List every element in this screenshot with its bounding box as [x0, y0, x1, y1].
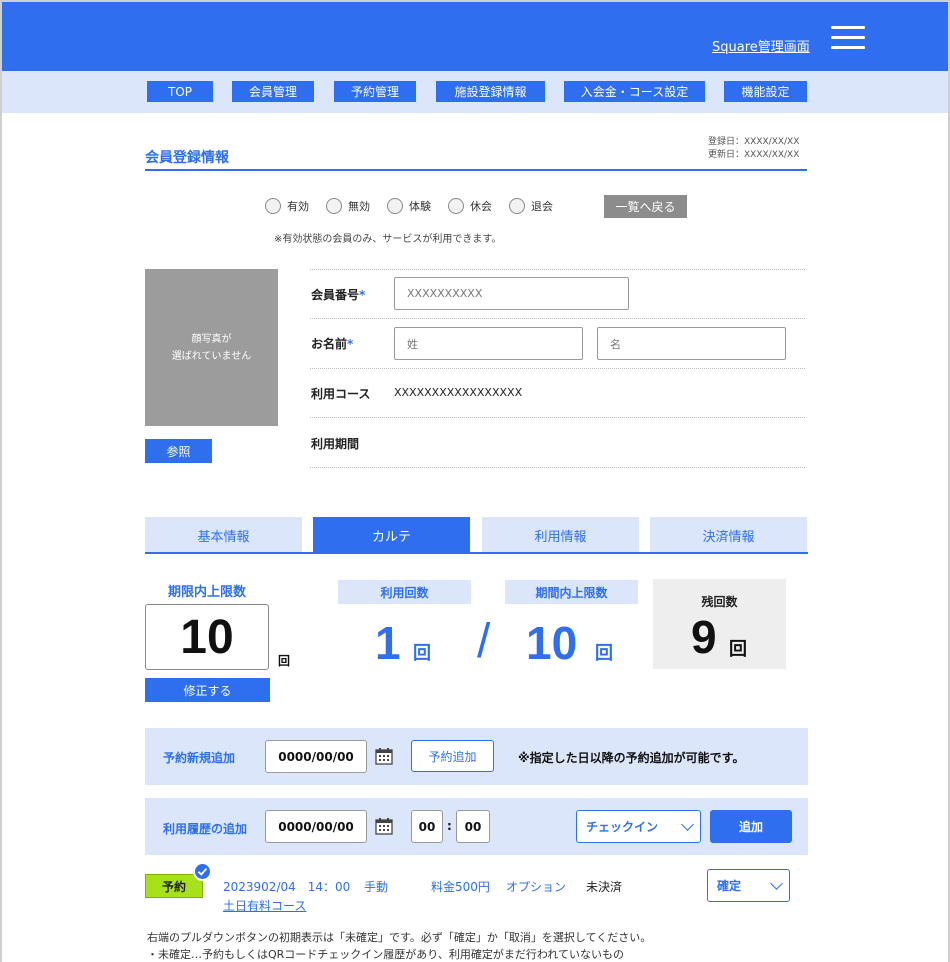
nav-reservations[interactable]: 予約管理	[334, 81, 416, 102]
reservation-status-select[interactable]: 確定	[707, 869, 790, 902]
browse-photo-button[interactable]: 参照	[145, 439, 212, 463]
tab-underline	[145, 552, 808, 554]
period-limit-label: 期間内上限数	[505, 580, 638, 604]
used-count-unit: 回	[413, 643, 431, 663]
page-title: 会員登録情報	[145, 150, 229, 166]
main-nav: TOP 会員管理 予約管理 施設登録情報 入会金・コース設定 機能設定	[2, 71, 948, 113]
row-divider	[310, 269, 805, 270]
photo-text-2: 選ばれていません	[171, 350, 252, 362]
record-dates: 登録日：XXXX/XX/XX 更新日：XXXX/XX/XX	[708, 136, 799, 162]
page-frame: Square管理画面 TOP 会員管理 予約管理 施設登録情報 入会金・コース設…	[0, 0, 950, 962]
row-divider	[310, 467, 805, 468]
nav-functions[interactable]: 機能設定	[724, 81, 807, 102]
status-radio-active[interactable]: 有効	[265, 198, 309, 214]
limit-label: 期限内上限数	[168, 585, 247, 600]
course-label: 利用コース	[311, 387, 371, 401]
row-divider	[310, 417, 805, 418]
remaining-box: 残回数 9 回	[653, 579, 786, 669]
updated-date: 更新日：XXXX/XX/XX	[708, 150, 800, 160]
period-limit-unit: 回	[595, 643, 613, 663]
calendar-icon[interactable]	[375, 817, 393, 835]
course-link[interactable]: 土日有料コース	[223, 897, 306, 914]
row-divider	[310, 318, 805, 319]
row-divider	[310, 368, 805, 369]
radio-label: 無効	[348, 200, 370, 213]
nav-facility[interactable]: 施設登録情報	[436, 81, 545, 102]
face-photo-placeholder: 顔写真が選ばれていません	[145, 269, 278, 426]
check-icon	[193, 862, 212, 881]
calendar-icon[interactable]	[375, 747, 393, 765]
status-select-value: 確定	[717, 879, 742, 893]
payment-status: 未決済	[586, 880, 623, 894]
last-name-input[interactable]: 姓	[394, 327, 583, 360]
course-value: XXXXXXXXXXXXXXXXX	[394, 386, 523, 399]
hour-input[interactable]: 00	[411, 810, 443, 843]
radio-icon	[326, 198, 342, 214]
back-to-list-button[interactable]: 一覧へ戻る	[604, 195, 687, 218]
history-date-input[interactable]: 0000/00/00	[265, 810, 367, 843]
tab-payment-info[interactable]: 決済情報	[650, 517, 807, 553]
reservation-method: 手動	[364, 880, 389, 894]
period-label: 利用期間	[311, 437, 360, 451]
nav-course-settings[interactable]: 入会金・コース設定	[564, 81, 705, 102]
remaining-label: 残回数	[701, 595, 738, 609]
radio-label: 有効	[287, 200, 309, 213]
top-header: Square管理画面	[2, 2, 948, 71]
used-count-label: 利用回数	[338, 580, 471, 604]
limit-unit: 回	[278, 654, 291, 668]
tab-usage-info[interactable]: 利用情報	[482, 517, 639, 553]
reserve-panel: 予約新規追加 0000/00/00 予約追加 ※指定した日以降の予約追加が可能で…	[145, 728, 808, 785]
status-radio-withdrawn[interactable]: 退会	[509, 198, 553, 214]
radio-label: 退会	[531, 200, 553, 213]
chevron-down-icon	[770, 877, 783, 890]
used-count-value: 1	[375, 617, 401, 669]
title-divider	[145, 169, 807, 171]
menu-icon[interactable]	[831, 26, 865, 52]
footnote-2: ・未確定…予約もしくはQRコードチェックイン履歴があり、利用確定がまだ行われてい…	[147, 948, 624, 961]
remaining-value: 9	[691, 611, 717, 663]
status-radio-inactive[interactable]: 無効	[326, 198, 370, 214]
tab-karte[interactable]: カルテ	[313, 517, 470, 553]
reserve-date-input[interactable]: 0000/00/00	[265, 740, 367, 773]
radio-icon	[387, 198, 403, 214]
history-panel-label: 利用履歴の追加	[163, 822, 248, 836]
add-reservation-button[interactable]: 予約追加	[411, 740, 494, 772]
time-colon: :	[447, 819, 452, 833]
slash-separator: /	[477, 615, 491, 668]
reserve-note: ※指定した日以降の予約追加が可能です。	[518, 751, 745, 765]
reservation-fee: 料金500円	[431, 880, 490, 894]
history-panel: 利用履歴の追加 0000/00/00 00 : 00 チェックイン 追加	[145, 798, 808, 855]
chevron-down-icon	[681, 818, 694, 831]
photo-text-1: 顔写真が	[191, 333, 232, 345]
member-no-input[interactable]: XXXXXXXXXX	[394, 277, 629, 310]
name-label: お名前*	[311, 337, 354, 351]
reservation-datetime: 2023902/04 14：00	[223, 880, 351, 894]
nav-members[interactable]: 会員管理	[232, 81, 314, 102]
remaining-unit: 回	[729, 639, 747, 660]
method-select[interactable]: チェックイン	[576, 810, 701, 843]
edit-limit-button[interactable]: 修正する	[145, 678, 270, 702]
add-history-button[interactable]: 追加	[710, 810, 792, 843]
registered-date: 登録日：XXXX/XX/XX	[708, 137, 800, 147]
method-select-value: チェックイン	[586, 820, 659, 834]
admin-link[interactable]: Square管理画面	[712, 36, 810, 55]
reserve-panel-label: 予約新規追加	[163, 751, 236, 765]
radio-label: 休会	[470, 200, 492, 213]
tab-basic-info[interactable]: 基本情報	[145, 517, 302, 553]
minute-input[interactable]: 00	[456, 810, 490, 843]
radio-icon	[509, 198, 525, 214]
radio-icon	[265, 198, 281, 214]
status-radio-trial[interactable]: 体験	[387, 198, 431, 214]
limit-value-input[interactable]: 10	[145, 604, 269, 670]
reservation-option: オプション	[506, 880, 567, 894]
period-limit-value: 10	[526, 617, 578, 669]
radio-label: 体験	[409, 200, 431, 213]
nav-top[interactable]: TOP	[147, 81, 213, 102]
first-name-input[interactable]: 名	[597, 327, 786, 360]
footnote-1: 右端のプルダウンボタンの初期表示は「未確定」です。必ず「確定」か「取消」を選択し…	[147, 931, 652, 944]
radio-icon	[448, 198, 464, 214]
status-radio-suspended[interactable]: 休会	[448, 198, 492, 214]
member-no-label: 会員番号*	[311, 288, 366, 302]
status-notice: ※有効状態の会員のみ、サービスが利用できます。	[274, 234, 502, 245]
